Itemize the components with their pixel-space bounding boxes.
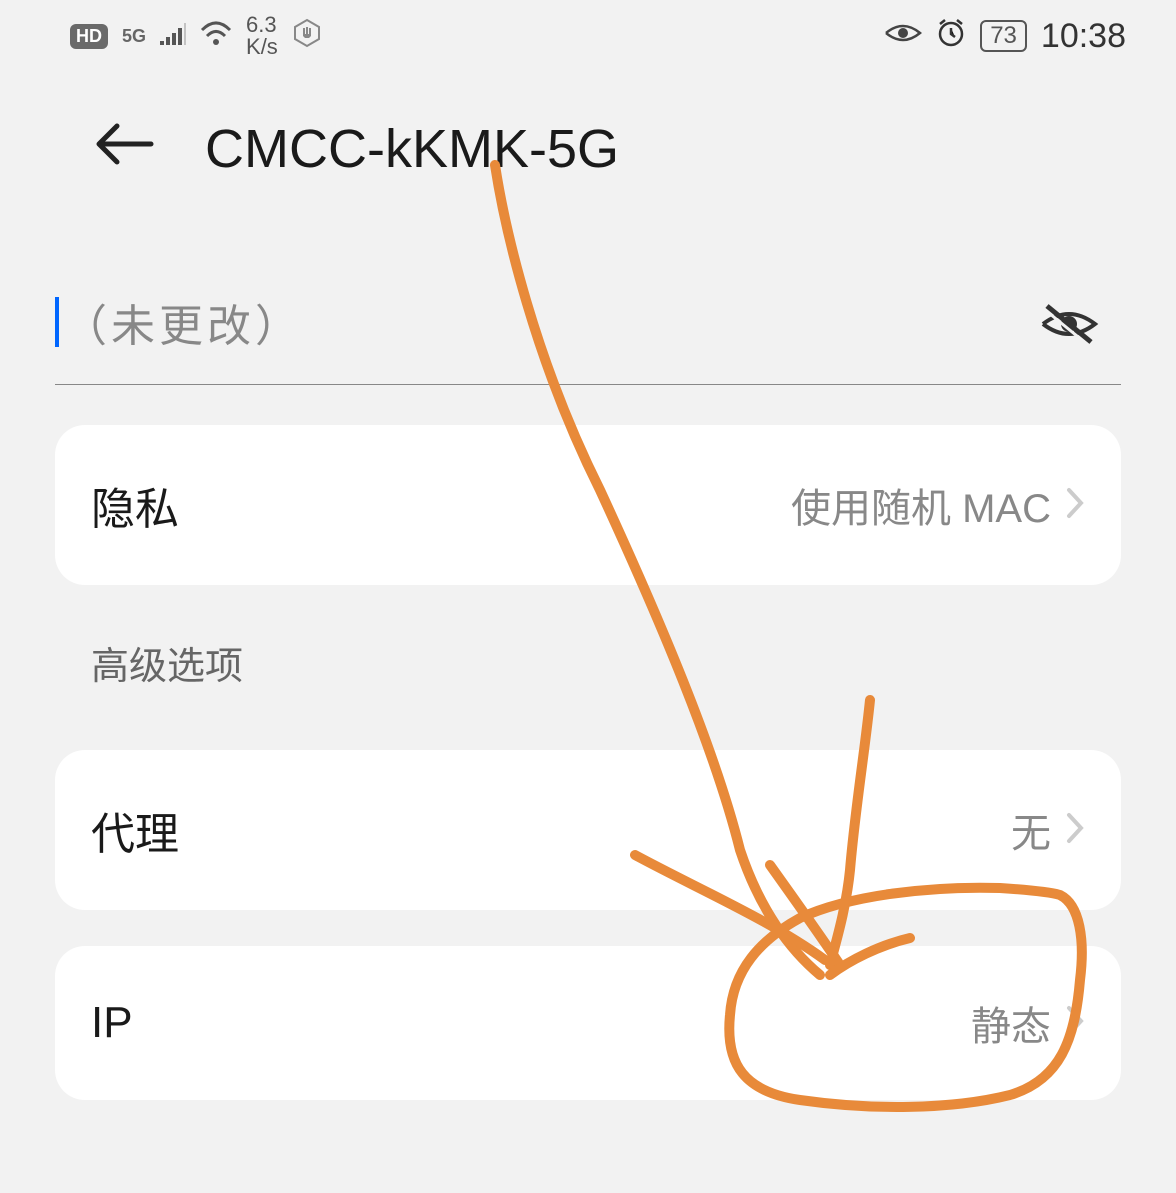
ip-label: IP bbox=[91, 998, 133, 1048]
privacy-setting-row[interactable]: 隐私 使用随机 MAC bbox=[55, 425, 1121, 585]
hand-icon bbox=[292, 18, 322, 55]
text-cursor bbox=[55, 297, 59, 347]
chevron-right-icon bbox=[1065, 811, 1085, 850]
page-title: CMCC-kKMK-5G bbox=[205, 118, 619, 180]
ip-setting-row[interactable]: IP 静态 bbox=[55, 946, 1121, 1100]
ip-value: 静态 bbox=[971, 994, 1051, 1052]
proxy-label: 代理 bbox=[91, 798, 179, 862]
ip-value-wrap: 静态 bbox=[971, 994, 1085, 1052]
status-bar: HD 5G 6.3 K/s 73 10:38 bbox=[0, 0, 1176, 68]
proxy-value-wrap: 无 bbox=[1011, 801, 1085, 859]
page-header: CMCC-kKMK-5G bbox=[0, 68, 1176, 220]
eye-visibility-icon bbox=[884, 20, 922, 52]
network-speed: 6.3 K/s bbox=[246, 14, 278, 58]
alarm-icon bbox=[936, 18, 966, 55]
signal-bars-icon bbox=[160, 20, 186, 52]
clock: 10:38 bbox=[1041, 17, 1126, 56]
password-input[interactable]: （未更改） bbox=[55, 270, 1121, 385]
chevron-right-icon bbox=[1065, 486, 1085, 525]
privacy-value-wrap: 使用随机 MAC bbox=[791, 476, 1085, 534]
show-password-icon[interactable] bbox=[1037, 300, 1101, 353]
proxy-value: 无 bbox=[1011, 801, 1051, 859]
privacy-value: 使用随机 MAC bbox=[791, 476, 1051, 534]
password-placeholder: （未更改） bbox=[63, 290, 303, 354]
battery-icon: 73 bbox=[980, 20, 1027, 52]
wifi-icon bbox=[200, 20, 232, 53]
chevron-right-icon bbox=[1065, 1004, 1085, 1043]
privacy-label: 隐私 bbox=[91, 473, 179, 537]
status-right: 73 10:38 bbox=[884, 17, 1126, 56]
content: （未更改） 隐私 使用随机 MAC 高级选项 代理 无 IP 静态 bbox=[0, 220, 1176, 1100]
back-arrow-icon[interactable] bbox=[95, 120, 155, 178]
proxy-setting-row[interactable]: 代理 无 bbox=[55, 750, 1121, 910]
network-type-icon: 5G bbox=[122, 26, 146, 47]
advanced-section-header: 高级选项 bbox=[55, 585, 1121, 710]
status-left: HD 5G 6.3 K/s bbox=[70, 14, 322, 58]
hd-badge-icon: HD bbox=[70, 24, 108, 49]
